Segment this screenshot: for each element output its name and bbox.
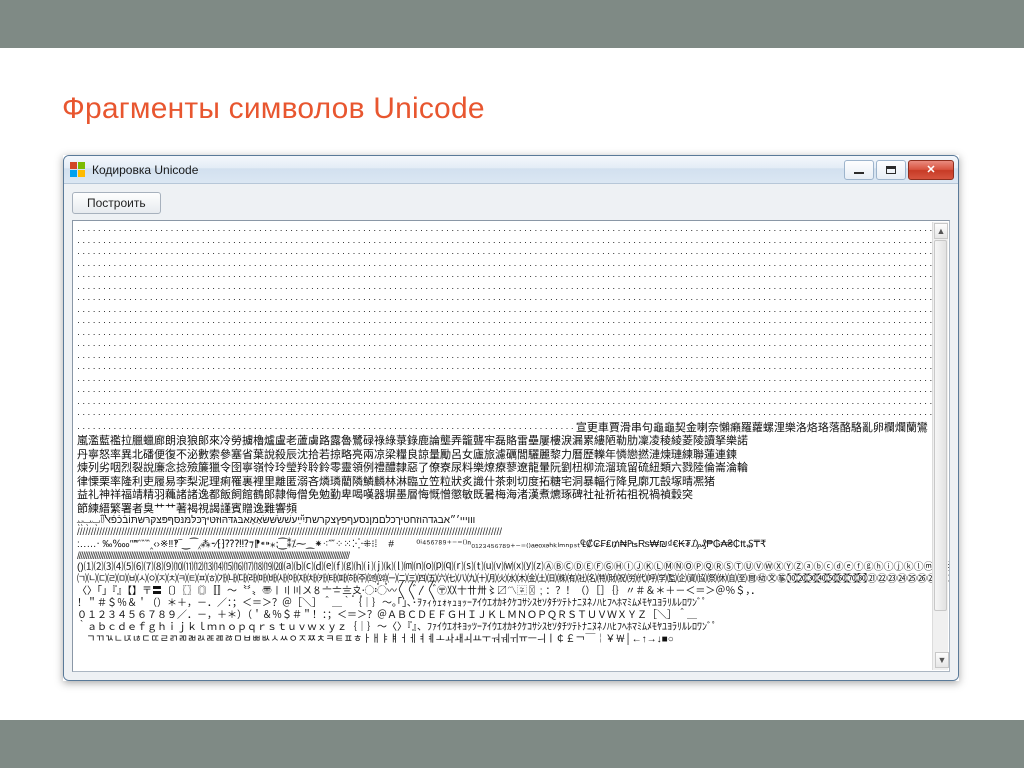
titlebar[interactable]: Кодировка Unicode ✕ [64,156,958,184]
row-dots-10: ········································… [77,329,950,339]
app-window: Кодировка Unicode ✕ Построить ▲ [63,155,959,681]
row-cjk-3: 丹寧怒率異北磻便復不泌數索參塞省葉說殺辰沈拾若掠略亮兩凉梁糧良諒量勵呂女廬旅濾礪… [77,448,737,461]
row-cjk-2: 嵐濫藍襤拉臘蠟廊朗浪狼郞來冷勞擄櫓爐盧老蘆虜路露魯鷺碌祿綠菉錄鹿論壟弄籠聾牢磊賂… [77,434,748,447]
row-hebrew-arabic: װױײ׳״אבגדהוזחטיךכלםמןנסעףפץצקרשתיִﬞײַﬠשׁ… [77,515,475,526]
client-area: Построить ▲ ▼ ··························… [64,184,958,680]
row-dots-1: ········································… [77,225,950,235]
scroll-track[interactable] [934,240,947,652]
scroll-thumb[interactable] [934,240,947,611]
row-halfwidth-jamo: ﾠﾡﾢﾣﾤﾥﾦﾧﾨﾩﾪﾫﾬﾭﾮﾯﾰﾱﾲﾳﾴﾵﾶﾷﾸﾹﾺﾻﾼﾽﾾￂￃￄￅￆￇￊￋￌ… [77,634,674,645]
row-fullwidth-digits: ０１２３４５６７８９／．－，＋＊）（＇＆％＄＃＂！：；＜＝＞？＠ＡＢＣＤＥＦＧＨ… [77,610,697,621]
scroll-up-icon[interactable]: ▲ [934,223,948,239]
row-dots-17: ········································… [77,409,950,419]
row-dots-4: ········································… [77,260,950,270]
close-button[interactable]: ✕ [908,160,954,180]
maximize-button[interactable] [876,160,906,180]
row-enclosed-2: ㈀㈁㈂㈃㈄㈅㈆㈇㈈㈉㈊㈋㈌㈍㈎㈏㈐㈑㈒㈓㈔㈕㈖㈗㈘㈙㈚㈛㈜㈝㈞㈠㈡㈢㈣㈤㈥㈦㈧㈨… [77,574,950,585]
row-dots-9: ········································… [77,317,950,327]
row-dots-12: ········································… [77,352,950,362]
slide-title: Фрагменты символов Unicode [62,92,485,126]
row-fullwidth-lower: ｀ａｂｃｄｅｆｇｈｉｊｋｌｍｎｏｐｑｒｓｔｕｖｗｘｙｚ｛｜｝～〈〉『』、ﾌｧｲｳ… [77,622,717,633]
row-dots-partial: ········································… [77,423,576,433]
row-halfwidth-1: ！＂＃＄％＆＇（）＊＋，－．／：；＜＝＞？＠［＼］＾＿｀｛｜｝～｡｢｣､･ｦｧｨ… [77,598,707,609]
build-button[interactable]: Построить [72,192,161,214]
slide: Фрагменты символов Unicode Кодировка Uni… [0,0,1024,768]
row-cjk-1-tail: 宣更車賈滑串句龜龜契金喇奈懶癩羅蘿螺浬樂洛烙珞落酪駱亂卵欄爛蘭鸞 [576,421,928,434]
minimize-button[interactable] [844,160,874,180]
vertical-scrollbar[interactable]: ▲ ▼ [932,222,948,670]
row-cjk-5: 律慄栗率隆利吏履易李梨泥理痢罹裏裡里離匿溺吝燐璘藺隣鱗麟林淋臨立笠粒狀炙識什茶刺… [77,475,715,488]
row-dots-8: ········································… [77,306,950,316]
scroll-down-icon[interactable]: ▼ [935,652,949,668]
row-cjk-6: 益礼神祥福靖精羽蘒諸諸逸都飯飼館鶴郞隷侮僧免勉勤卑喝嘆器塀墨層悔慨憎懲敏既暑梅海… [77,488,693,501]
output-textbox[interactable]: ▲ ▼ ····································… [72,220,950,672]
window-title: Кодировка Unicode [92,163,842,177]
row-dots-15: ········································… [77,386,950,396]
row-dots-13: ········································… [77,363,950,373]
row-cjk-7: 節練縉繁署者臭艹艹著褐視謁謹賓贈逸難響頻 [77,502,297,515]
close-icon: ✕ [926,163,935,176]
row-dots-6: ········································… [77,283,950,293]
toolbar: Построить [72,192,950,214]
row-enclosed-1: ()⑴⑵⑶⑷⑸⑹⑺⑻⑼⑽⑾⑿⒀⒁⒂⒃⒄⒅⒆⒇⒜⒝⒞⒟⒠⒡⒢⒣⒤⒥⒦⒧⒨⒩⒪⒫⒬⒭… [77,562,950,573]
app-icon [70,162,86,178]
row-dots-11: ········································… [77,340,950,350]
minimize-icon [854,172,864,174]
row-dots-2: ········································… [77,237,950,247]
row-hatch-1: ////////////////////////////////////////… [77,527,502,538]
screenshot-frame: Кодировка Unicode ✕ Построить ▲ [63,155,959,681]
row-dots-3: ········································… [77,248,950,258]
row-dots-16: ········································… [77,398,950,408]
bottom-gray-bar [0,720,1024,768]
row-punctuation: :‥…‧ ‰‱′″‴‵‶‷‸‹›※‼‽‾‿⁀⁁⁂⁃⁄⁅⁆⁇⁈⁉⁊⁋⁌⁍⁎⁏⁐⁑⁒… [77,539,766,550]
row-dots-7: ········································… [77,294,950,304]
text-content: ········································… [77,225,931,646]
row-cjk-4: 煉列劣咽烈裂說廉念捻殮簾獵令囹寧嶺怜玲瑩羚聆鈴零靈領例禮醴隸惡了僚寮尿料樂燎療蓼… [77,461,748,474]
row-dots-5: ········································… [77,271,950,281]
row-hatch-2: ////////////////////////////////////////… [77,551,349,562]
maximize-icon [886,166,896,174]
top-gray-bar [0,0,1024,48]
row-cjk-symbols: 〈〉「」『』【】〒〓〔〕〖〗〘〙〚〛〜〝〞〟〠〡〢〣〤〥〦〧〨〩〪〭〮〯〫〬〰〱… [77,586,760,597]
row-dots-14: ········································… [77,375,950,385]
